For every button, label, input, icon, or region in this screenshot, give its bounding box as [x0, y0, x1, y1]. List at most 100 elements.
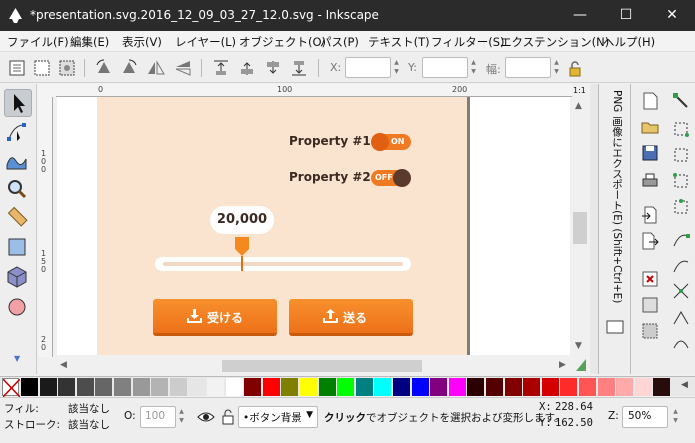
rotate-ccw-icon[interactable]: [93, 57, 115, 79]
color-swatch[interactable]: [541, 378, 559, 396]
menu-path[interactable]: パス(P): [320, 34, 359, 50]
color-swatch[interactable]: [169, 378, 187, 396]
save-icon[interactable]: [639, 142, 661, 164]
scroll-left-icon[interactable]: ◀: [60, 360, 67, 370]
x-spinner[interactable]: ▲ ▼: [393, 58, 400, 77]
measure-tool[interactable]: [4, 204, 32, 232]
snap-cusp-icon[interactable]: [670, 306, 692, 328]
top-ruler[interactable]: 0 100 200: [56, 84, 572, 97]
color-swatch[interactable]: [76, 378, 94, 396]
x-input[interactable]: [345, 57, 391, 78]
color-swatch[interactable]: [523, 378, 541, 396]
snap-bbox-edge-icon[interactable]: [670, 144, 692, 166]
color-swatch[interactable]: [114, 378, 131, 396]
color-swatch[interactable]: [393, 378, 410, 396]
color-swatch[interactable]: [560, 378, 578, 396]
send-button[interactable]: 送る: [289, 299, 413, 336]
snap-bbox-midpoint-icon[interactable]: [670, 196, 692, 218]
raise-icon[interactable]: [236, 57, 258, 79]
snap-bbox-corner-icon[interactable]: [670, 170, 692, 192]
vertical-scrollbar[interactable]: ▲ ▼: [571, 97, 589, 355]
duplicate-icon[interactable]: [639, 294, 661, 316]
color-swatch[interactable]: [448, 378, 466, 396]
menu-file[interactable]: ファイル(F): [7, 34, 69, 50]
print-icon[interactable]: [639, 170, 661, 192]
new-document-icon[interactable]: [639, 90, 661, 112]
vertical-scroll-thumb[interactable]: [573, 212, 587, 244]
select-all-layers-icon[interactable]: [31, 57, 53, 79]
delete-icon[interactable]: [639, 268, 661, 290]
menu-text[interactable]: テキスト(T): [368, 34, 430, 50]
palette-menu-icon[interactable]: ◀: [681, 380, 688, 390]
receive-button[interactable]: 受ける: [153, 299, 277, 336]
dock-handle[interactable]: [590, 84, 598, 374]
menu-help[interactable]: ヘルプ(H): [603, 34, 655, 50]
horizontal-scrollbar[interactable]: ◀ ▶: [57, 357, 571, 375]
selector-tool[interactable]: [4, 89, 32, 117]
lower-to-bottom-icon[interactable]: [288, 57, 310, 79]
opacity-input[interactable]: 100: [140, 406, 176, 428]
tweak-tool[interactable]: [4, 147, 32, 175]
color-swatch[interactable]: [653, 378, 671, 396]
maximize-button[interactable]: ☐: [603, 0, 649, 31]
select-all-icon[interactable]: [6, 57, 28, 79]
raise-to-top-icon[interactable]: [210, 57, 232, 79]
ellipse-tool[interactable]: [4, 294, 32, 322]
width-input[interactable]: [505, 57, 551, 78]
layer-lock-icon[interactable]: [221, 408, 235, 426]
snap-bbox-icon[interactable]: [670, 118, 692, 140]
page-area[interactable]: Property #1 ON Property #2 OFF 20,000 受け…: [97, 97, 467, 355]
lock-icon[interactable]: [564, 58, 586, 80]
color-swatch[interactable]: [281, 378, 299, 396]
slider-track[interactable]: [155, 257, 411, 271]
scroll-down-icon[interactable]: ▼: [575, 341, 582, 351]
no-paint-swatch[interactable]: [2, 378, 21, 398]
menu-extensions[interactable]: エクステンション(N): [500, 34, 609, 50]
snap-intersection-icon[interactable]: [670, 280, 692, 302]
menu-edit[interactable]: 編集(E): [70, 34, 109, 50]
color-swatch[interactable]: [132, 378, 150, 396]
rectangle-tool[interactable]: [4, 234, 32, 262]
color-swatch[interactable]: [430, 378, 448, 396]
y-spinner[interactable]: ▲ ▼: [470, 58, 477, 77]
toggle-on-knob[interactable]: [371, 133, 389, 151]
color-swatch[interactable]: [188, 378, 206, 396]
color-swatch[interactable]: [225, 378, 243, 396]
snap-smooth-icon[interactable]: [670, 332, 692, 354]
menu-object[interactable]: オブジェクト(O): [239, 34, 326, 50]
menu-filters[interactable]: フィルター(S): [431, 34, 505, 50]
color-swatch[interactable]: [21, 378, 38, 396]
zoom-tool[interactable]: [4, 176, 32, 204]
node-tool[interactable]: [4, 119, 32, 147]
color-swatch[interactable]: [95, 378, 113, 396]
scroll-up-icon[interactable]: ▲: [575, 101, 582, 111]
clone-icon[interactable]: [639, 320, 661, 342]
flip-horizontal-icon[interactable]: [145, 57, 167, 79]
color-manage-icon[interactable]: [574, 357, 588, 373]
more-tools-icon[interactable]: ▼: [14, 354, 20, 363]
current-layer-select[interactable]: •ボタン背景 ▼: [238, 406, 318, 428]
menu-layer[interactable]: レイヤー(L): [175, 34, 236, 50]
invert-selection-icon[interactable]: [56, 57, 78, 79]
color-swatch[interactable]: [318, 378, 336, 396]
export-png-tab-label[interactable]: PNG 画像にエクスポート(E) (Shift+Ctrl+E): [607, 90, 625, 320]
zoom-spinner[interactable]: ▲ ▼: [672, 407, 679, 426]
color-swatch[interactable]: [151, 378, 169, 396]
snap-paths-icon[interactable]: [670, 254, 692, 276]
lower-icon[interactable]: [262, 57, 284, 79]
eye-visibility-icon[interactable]: [197, 410, 215, 424]
drawing-canvas[interactable]: Property #1 ON Property #2 OFF 20,000 受け…: [57, 97, 570, 355]
color-swatch[interactable]: [504, 378, 522, 396]
color-swatch[interactable]: [597, 378, 615, 396]
snap-toggle-icon[interactable]: [670, 90, 692, 112]
snap-nodes-icon[interactable]: [670, 228, 692, 250]
export-dialog-tab[interactable]: PNG 画像にエクスポート(E) (Shift+Ctrl+E): [598, 84, 631, 374]
color-swatch[interactable]: [486, 378, 503, 396]
color-swatch[interactable]: [39, 378, 57, 396]
color-swatch[interactable]: [374, 378, 392, 396]
y-input[interactable]: [422, 57, 468, 78]
3d-box-tool[interactable]: [4, 264, 32, 292]
export-doc-icon[interactable]: [639, 230, 661, 252]
flip-vertical-icon[interactable]: [172, 57, 194, 79]
width-spinner[interactable]: ▲ ▼: [553, 58, 560, 77]
